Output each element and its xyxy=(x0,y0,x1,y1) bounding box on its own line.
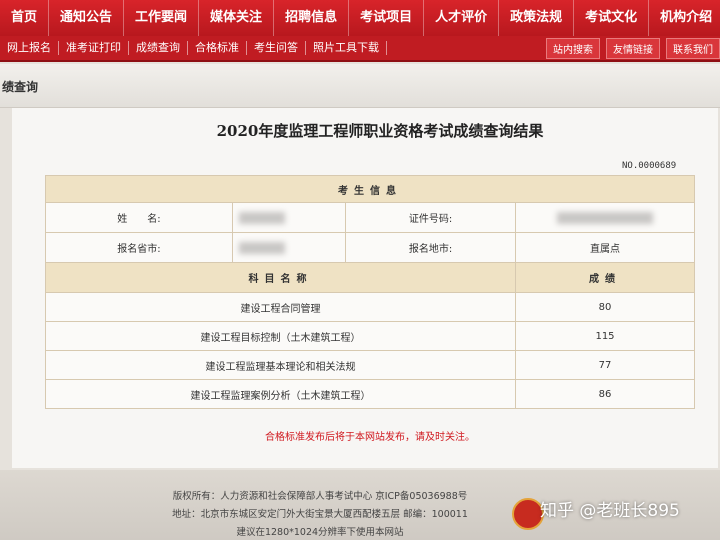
redaction-blur xyxy=(238,211,285,224)
subnav-online-registration[interactable]: 网上报名 xyxy=(0,41,59,55)
nav-talent-evaluation[interactable]: 人才评价 xyxy=(424,0,500,36)
redaction-blur xyxy=(238,241,285,254)
subject-score: 115 xyxy=(515,321,695,351)
watermark: 知乎 @老班长895 xyxy=(540,501,680,521)
subject-score: 86 xyxy=(515,379,695,409)
subnav-admission-ticket[interactable]: 准考证打印 xyxy=(59,41,129,55)
friendly-links-button[interactable]: 友情链接 xyxy=(606,37,660,59)
breadcrumb: 绩查询 xyxy=(0,64,720,108)
subject-name-header: 科目名称 xyxy=(45,262,516,293)
serial-number: NO.0000689 xyxy=(622,161,677,171)
score-header: 成绩 xyxy=(515,262,695,293)
nav-exam-projects[interactable]: 考试项目 xyxy=(349,0,425,36)
nav-announcements[interactable]: 通知公告 xyxy=(49,0,125,36)
subject-name: 建设工程合同管理 xyxy=(45,292,516,322)
breadcrumb-label: 绩查询 xyxy=(2,80,39,94)
subnav-pass-standard[interactable]: 合格标准 xyxy=(188,41,247,55)
score-result-table: 考生信息 姓 名: 证件号码: 报名省市: 报名地市: 直属点 科目名称 成绩 … xyxy=(45,175,695,409)
nav-about[interactable]: 机构介绍 xyxy=(649,0,720,36)
site-value: 直属点 xyxy=(515,232,695,263)
candidate-info-header-row: 考生信息 xyxy=(45,175,695,203)
score-row: 建设工程监理基本理论和相关法规 77 xyxy=(45,350,695,380)
redaction-blur xyxy=(557,211,653,224)
nav-media[interactable]: 媒体关注 xyxy=(199,0,275,36)
subnav-score-query[interactable]: 成绩查询 xyxy=(129,41,188,55)
subnav-photo-tool[interactable]: 照片工具下载 xyxy=(306,41,387,55)
name-label: 姓 名: xyxy=(45,202,233,233)
secondary-navigation: 网上报名 准考证打印 成绩查询 合格标准 考生问答 照片工具下载 站内搜索 友情… xyxy=(0,36,720,62)
subject-name: 建设工程监理案例分析（土木建筑工程） xyxy=(45,379,516,409)
site-search-button[interactable]: 站内搜索 xyxy=(546,37,600,59)
score-row: 建设工程合同管理 80 xyxy=(45,292,695,322)
site-label: 报名地市: xyxy=(345,232,516,263)
score-row: 建设工程目标控制（土木建筑工程） 115 xyxy=(45,321,695,351)
subject-name: 建设工程监理基本理论和相关法规 xyxy=(45,350,516,380)
candidate-info-row: 报名省市: 报名地市: 直属点 xyxy=(45,232,695,263)
subject-score: 80 xyxy=(515,292,695,322)
nav-exam-culture[interactable]: 考试文化 xyxy=(574,0,650,36)
id-value-redacted xyxy=(515,202,695,233)
page-title: 2020年度监理工程师职业资格考试成绩查询结果 xyxy=(216,122,544,140)
score-row: 建设工程监理案例分析（土木建筑工程） 86 xyxy=(45,379,695,409)
name-value-redacted xyxy=(231,202,347,233)
subnav-right-links: 站内搜索 友情链接 联系我们 xyxy=(540,36,720,60)
footer-resolution-hint: 建议在1280*1024分辨率下使用本网站 xyxy=(236,527,404,538)
score-header-row: 科目名称 成绩 xyxy=(45,262,695,293)
id-label: 证件号码: xyxy=(345,202,516,233)
subject-score: 77 xyxy=(515,350,695,380)
nav-policies[interactable]: 政策法规 xyxy=(499,0,575,36)
province-value-redacted xyxy=(231,232,347,263)
candidate-info-header: 考生信息 xyxy=(45,175,695,203)
nav-work-news[interactable]: 工作要闻 xyxy=(124,0,200,36)
contact-us-button[interactable]: 联系我们 xyxy=(666,37,720,59)
province-label: 报名省市: xyxy=(45,232,233,263)
candidate-info-row: 姓 名: 证件号码: xyxy=(45,202,695,233)
nav-home[interactable]: 首页 xyxy=(0,0,50,36)
nav-recruitment[interactable]: 招聘信息 xyxy=(274,0,350,36)
pass-standard-notice: 合格标准发布后将于本网站发布，请及时关注。 xyxy=(265,432,475,443)
top-navigation: 首页 通知公告 工作要闻 媒体关注 招聘信息 考试项目 人才评价 政策法规 考试… xyxy=(0,0,720,36)
subnav-faq[interactable]: 考生问答 xyxy=(247,41,306,55)
subject-name: 建设工程目标控制（土木建筑工程） xyxy=(45,321,516,351)
